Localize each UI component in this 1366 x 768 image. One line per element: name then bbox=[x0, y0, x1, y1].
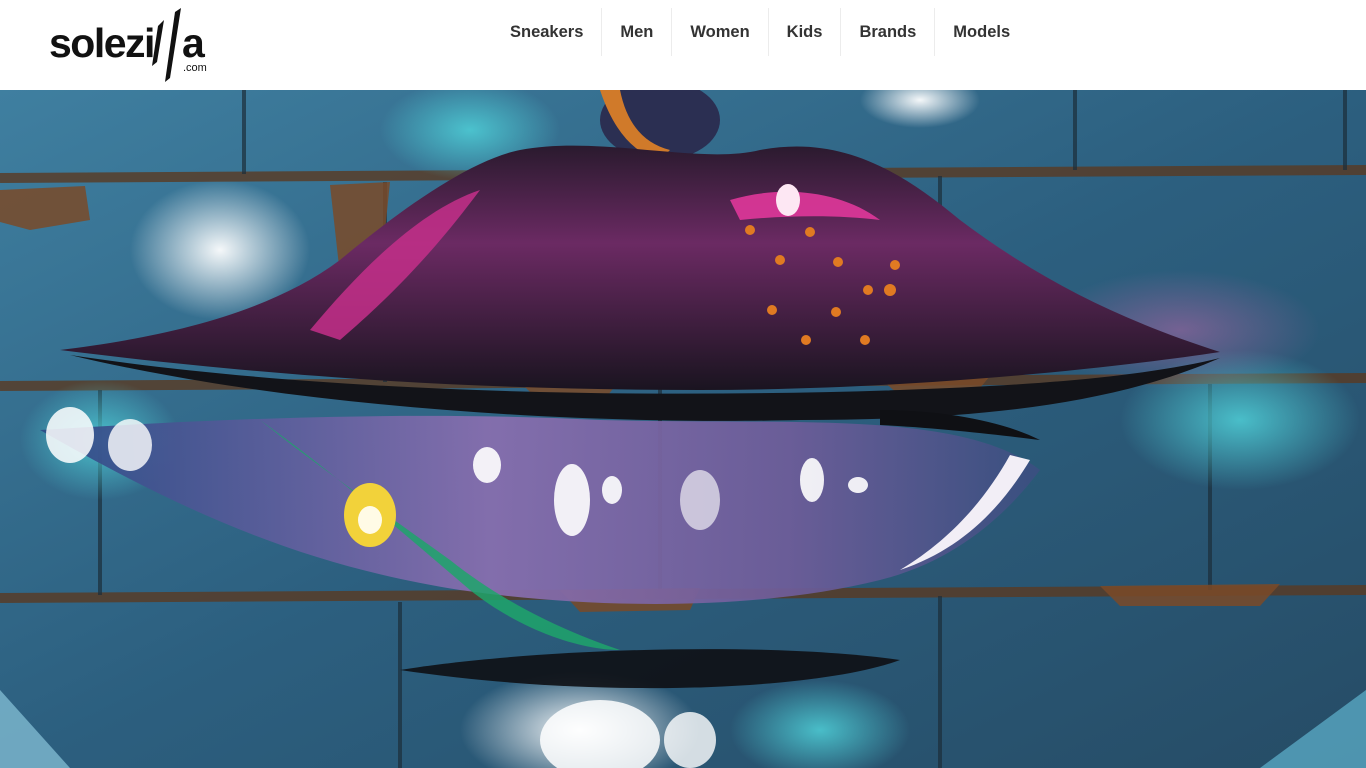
nav-item-kids[interactable]: Kids bbox=[767, 8, 841, 56]
solezilla-logo-icon: solezi a .com bbox=[49, 8, 207, 82]
svg-text:solezi: solezi bbox=[49, 20, 154, 66]
nav-item-sneakers[interactable]: Sneakers bbox=[492, 8, 601, 56]
site-logo[interactable]: solezi a .com bbox=[49, 8, 214, 84]
main-nav: Sneakers Men Women Kids Brands Models bbox=[492, 8, 1028, 56]
svg-text:a: a bbox=[182, 20, 206, 66]
site-header: solezi a .com Sneakers Men Women Kids Br… bbox=[0, 0, 1366, 90]
hero-banner bbox=[0, 90, 1366, 768]
graffiti-lips-hero-image bbox=[0, 90, 1366, 768]
nav-item-models[interactable]: Models bbox=[934, 8, 1028, 56]
nav-item-brands[interactable]: Brands bbox=[840, 8, 934, 56]
nav-item-women[interactable]: Women bbox=[671, 8, 767, 56]
nav-item-men[interactable]: Men bbox=[601, 8, 671, 56]
svg-text:.com: .com bbox=[183, 62, 207, 74]
